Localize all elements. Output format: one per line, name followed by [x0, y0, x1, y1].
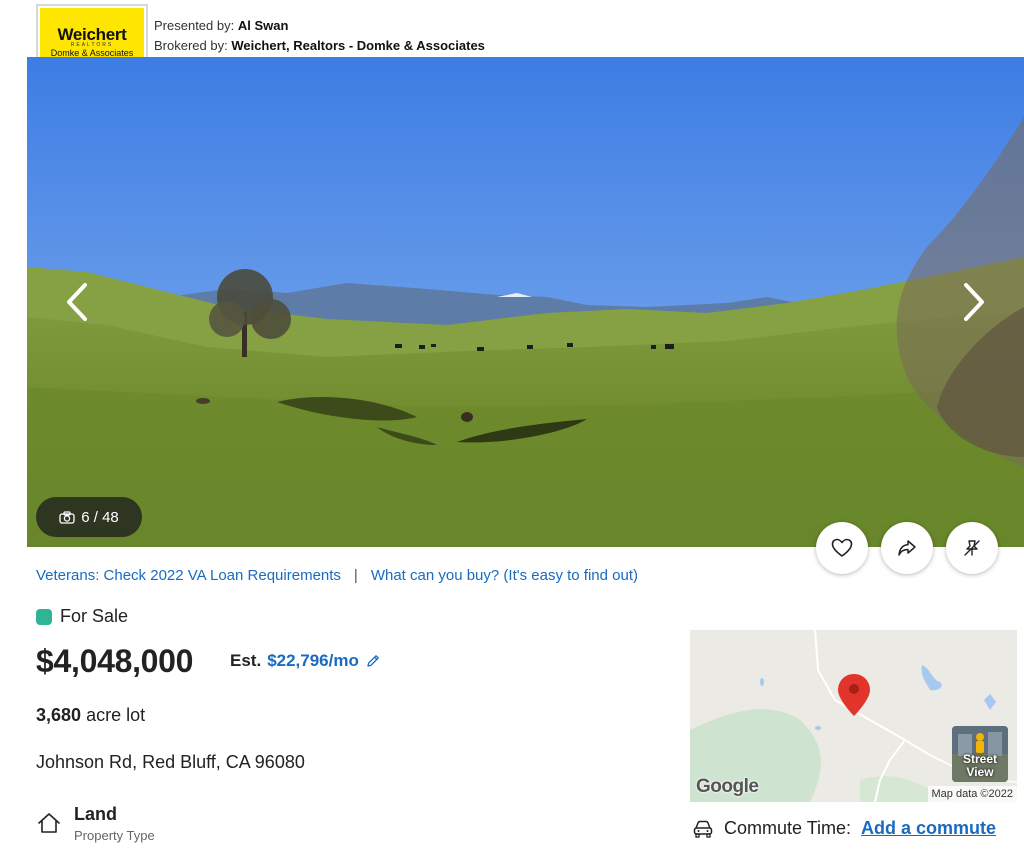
link-separator: | [353, 567, 358, 584]
share-arrow-icon [898, 540, 916, 556]
property-type-value: Land [74, 804, 117, 824]
lot-size-value: 3,680 [36, 705, 82, 725]
next-photo-button[interactable] [954, 279, 994, 325]
commute-label: Commute Time: [724, 818, 852, 838]
google-logo: Google [696, 776, 759, 797]
car-icon [693, 820, 713, 838]
photo-counter-button[interactable]: 6 / 48 [36, 497, 142, 537]
estimated-payment: Est. $22,796/mo [230, 651, 381, 671]
listing-status: For Sale [36, 606, 128, 627]
add-commute-link[interactable]: Add a commute [861, 818, 996, 839]
broker-info: Presented by: Al Swan Brokered by: Weich… [154, 16, 485, 56]
share-button[interactable] [881, 522, 933, 574]
house-icon [38, 813, 60, 833]
chevron-left-icon [67, 283, 87, 321]
listing-price: $4,048,000 [36, 643, 194, 679]
agent-name: Al Swan [237, 18, 289, 33]
promo-links: Veterans: Check 2022 VA Loan Requirement… [36, 567, 638, 584]
location-map[interactable]: Google Map data ©2022 Street View [690, 630, 1017, 802]
property-type: Land Property Type [36, 804, 155, 843]
est-payment-link[interactable]: $22,796/mo [267, 651, 359, 671]
logo-main-text: Weichert [57, 25, 127, 44]
brokerage-name: Weichert, Realtors - Domke & Associates [231, 38, 485, 53]
chevron-right-icon [964, 283, 984, 321]
commute-time: Commute Time: Add a commute [692, 818, 996, 839]
brokered-by-line: Brokered by: Weichert, Realtors - Domke … [154, 36, 485, 56]
va-loan-link[interactable]: Veterans: Check 2022 VA Loan Requirement… [36, 567, 341, 584]
hide-pin-icon [964, 540, 980, 556]
map-credit: Map data ©2022 [927, 786, 1017, 802]
brokered-label: Brokered by: [154, 38, 228, 53]
property-type-label: Property Type [74, 828, 155, 843]
status-text: For Sale [60, 606, 129, 626]
presented-label: Presented by: [154, 18, 235, 33]
affordability-link[interactable]: What can you buy? (It's easy to find out… [371, 567, 638, 584]
hide-listing-button[interactable] [946, 522, 998, 574]
previous-photo-button[interactable] [57, 279, 97, 325]
property-type-text: Land Property Type [74, 804, 155, 843]
photo-counter-text: 6 / 48 [81, 508, 119, 526]
listing-address: Johnson Rd, Red Bluff, CA 96080 [36, 752, 305, 772]
landscape-photo [27, 57, 1024, 547]
street-view-label-line2: View [966, 765, 994, 779]
heart-icon [831, 538, 853, 557]
listing-photo[interactable]: 6 / 48 [27, 57, 1024, 547]
status-indicator [36, 608, 52, 625]
est-label: Est. [230, 651, 262, 670]
presented-by-line: Presented by: Al Swan [154, 16, 485, 36]
favorite-button[interactable] [816, 522, 868, 574]
lot-size-unit: acre lot [86, 705, 146, 725]
camera-icon [59, 510, 75, 524]
street-view-label: Street View [952, 753, 1008, 779]
street-view-button[interactable]: Street View [952, 726, 1008, 782]
lot-size: 3,680 acre lot [36, 705, 145, 726]
pencil-icon[interactable] [365, 653, 381, 669]
